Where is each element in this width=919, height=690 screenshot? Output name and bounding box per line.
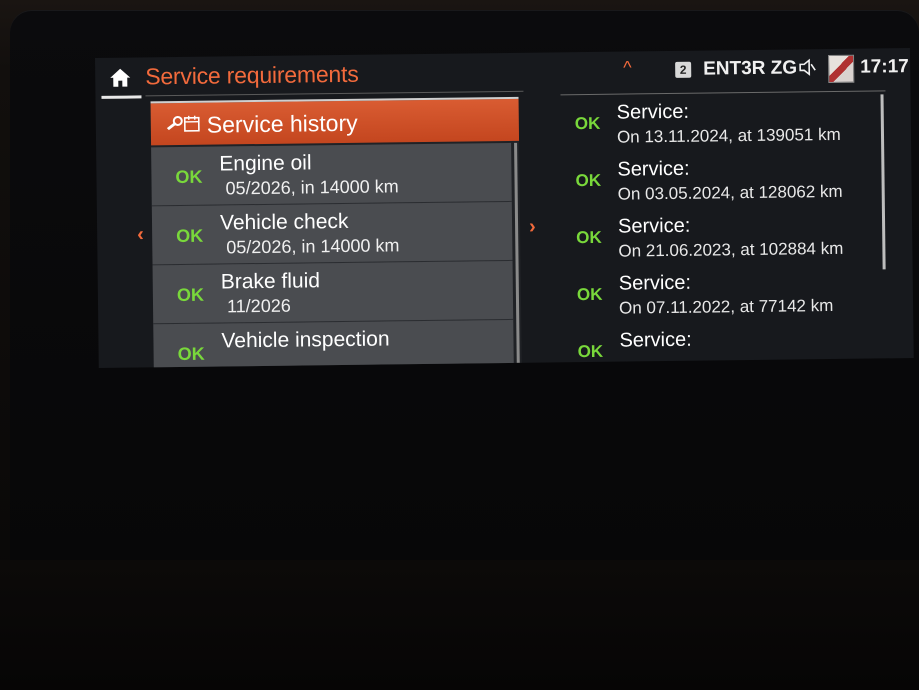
history-entry[interactable]: OK Service: On 21.06.2023, at 102884 km [562,208,883,268]
home-button[interactable] [101,61,142,99]
history-entry[interactable]: OK Service: On 13.11.2024, at 139051 km [561,94,882,154]
history-entry[interactable]: OK Service: On 03.05.2024, at 128062 km [561,151,882,211]
list-item-engine-oil[interactable]: OK Engine oil 05/2026, in 14000 km [151,142,512,207]
item-name: Vehicle check [219,209,349,235]
entry-detail: On 21.06.2023, at 102884 km [618,238,844,261]
item-detail: 11/2026 [226,295,291,317]
chevron-left-icon[interactable]: ‹ [137,223,144,246]
status-ok: OK [176,284,205,306]
home-icon [110,68,131,87]
status-ok: OK [576,227,602,248]
status-ok: OK [175,166,203,188]
status-ok: OK [574,113,601,134]
service-history-button[interactable]: Service history [150,96,520,146]
infotainment-screen: Service requirements ^ 2 ENT3R ZG 17:17 … [95,48,914,368]
entry-label: Service: [618,271,692,295]
entry-label: Service: [617,157,690,181]
entry-label: Service: [616,100,690,124]
speaker-mute-icon [799,58,816,76]
item-name: Brake fluid [220,269,321,294]
entry-label: Service: [619,328,692,352]
status-ok: OK [576,284,603,305]
service-history-icon [166,115,200,132]
service-history-panel: OK Service: On 13.11.2024, at 139051 km … [560,90,893,364]
list-item-brake-fluid[interactable]: OK Brake fluid 11/2026 [152,260,514,325]
entry-detail: On 13.11.2024, at 139051 km [616,124,841,147]
entry-label: Service: [617,214,691,238]
list-item-vehicle-check[interactable]: OK Vehicle check 05/2026, in 14000 km [151,201,513,266]
chevron-right-icon[interactable]: › [529,216,536,239]
status-ok: OK [176,225,204,247]
scrollbar[interactable] [514,142,520,363]
station-label: ENT3R ZG [703,57,798,80]
clock: 17:17 [860,56,909,78]
service-history-label: Service history [206,109,358,138]
status-ok: OK [575,170,602,191]
status-ok: OK [177,343,205,365]
list-item-vehicle-inspection[interactable]: OK Vehicle inspection [153,319,514,368]
item-detail: 05/2026, in 14000 km [225,176,399,199]
item-name: Engine oil [219,151,312,176]
entry-detail: On 07.11.2022, at 77142 km [618,295,834,318]
chevron-up-icon[interactable]: ^ [623,57,632,78]
service-list: Service history OK Engine oil 05/2026, i… [150,96,522,368]
title-divider [145,90,524,97]
entry-detail: On 03.05.2024, at 128062 km [617,181,843,204]
page-title: Service requirements [145,60,359,90]
item-name: Vehicle inspection [221,327,390,353]
media-thumbnail[interactable] [828,54,855,84]
message-count-badge: 2 [675,61,692,78]
item-detail: 05/2026, in 14000 km [226,235,400,258]
dashboard-below-display [0,560,919,690]
status-ok: OK [577,341,604,362]
status-bar: Service requirements ^ 2 ENT3R ZG 17:17 [95,48,910,99]
history-entry[interactable]: OK Service: On 07.11.2022, at 77142 km [563,265,884,325]
